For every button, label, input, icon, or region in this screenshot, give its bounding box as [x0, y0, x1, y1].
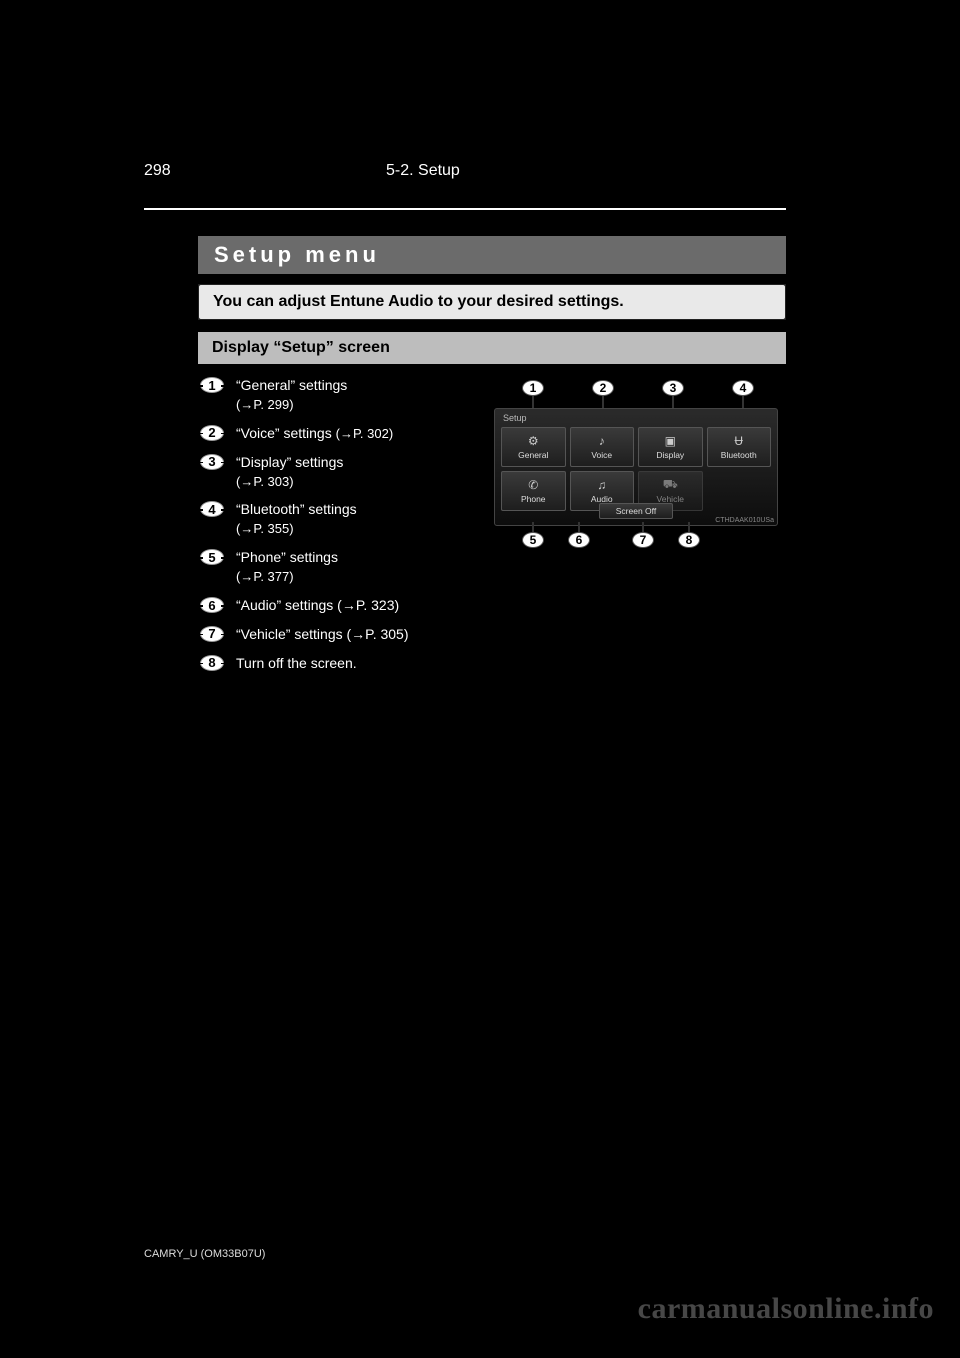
- phone-icon: ✆: [526, 478, 540, 492]
- subsection-heading: Display “Setup” screen: [198, 332, 786, 364]
- intro-box: You can adjust Entune Audio to your desi…: [198, 284, 786, 320]
- item-text: “Voice” settings (→P. 302): [236, 424, 393, 443]
- list-item: 1 “General” settings(→P. 299): [200, 376, 480, 414]
- tile-general[interactable]: ⚙ General: [501, 427, 566, 467]
- callout-number-icon: 7: [632, 532, 654, 548]
- circled-number-icon: 4: [200, 501, 224, 517]
- item-text: “General” settings(→P. 299): [236, 376, 347, 414]
- display-icon: ▣: [663, 434, 677, 448]
- callout-number-icon: 6: [568, 532, 590, 548]
- callout-number-icon: 5: [522, 532, 544, 548]
- audio-icon: ♫: [595, 478, 609, 492]
- callouts-bottom: 5 6 7 8: [486, 532, 786, 554]
- circled-number-icon: 2: [200, 425, 224, 441]
- item-text: “Audio” settings (→P. 323): [236, 596, 399, 615]
- callouts-top: 1 2 3 4: [486, 380, 786, 402]
- screen-title: Setup: [503, 413, 527, 423]
- page-number: 298: [144, 162, 171, 180]
- list-item: 2 “Voice” settings (→P. 302): [200, 424, 480, 443]
- callout-number-icon: 3: [662, 380, 684, 396]
- section-title-bar: Setup menu: [198, 236, 786, 274]
- item-text: “Vehicle” settings (→P. 305): [236, 625, 409, 644]
- tile-label: Display: [656, 450, 684, 460]
- section-title: Setup menu: [214, 242, 380, 268]
- item-text: “Bluetooth” settings(→P. 355): [236, 500, 357, 538]
- circled-number-icon: 1: [200, 377, 224, 393]
- watermark: carmanualsonline.info: [638, 1292, 934, 1326]
- chapter-reference: 5-2. Setup: [386, 162, 460, 180]
- vehicle-icon: ⛟: [663, 478, 677, 492]
- item-list: 1 “General” settings(→P. 299) 2 “Voice” …: [200, 376, 480, 683]
- intro-inner: You can adjust Entune Audio to your desi…: [199, 285, 785, 319]
- subsection-title: Display “Setup” screen: [212, 339, 390, 357]
- list-item: 7 “Vehicle” settings (→P. 305): [200, 625, 480, 644]
- item-text: Turn off the screen.: [236, 654, 357, 673]
- screen-off-button[interactable]: Screen Off: [599, 503, 673, 519]
- footer-document-id: CAMRY_U (OM33B07U): [144, 1248, 265, 1260]
- list-item: 8 Turn off the screen.: [200, 654, 480, 673]
- item-text: “Display” settings(→P. 303): [236, 453, 343, 491]
- circled-number-icon: 8: [200, 655, 224, 671]
- tile-display[interactable]: ▣ Display: [638, 427, 703, 467]
- circled-number-icon: 7: [200, 626, 224, 642]
- tile-label: Voice: [591, 450, 612, 460]
- callout-number-icon: 1: [522, 380, 544, 396]
- voice-icon: ♪: [595, 434, 609, 448]
- list-item: 5 “Phone” settings(→P. 377): [200, 548, 480, 586]
- bluetooth-icon: Ʉ: [732, 434, 746, 448]
- divider: [144, 208, 786, 210]
- tile-label: Bluetooth: [721, 450, 757, 460]
- callout-number-icon: 2: [592, 380, 614, 396]
- figure-id: CTHDAAK010USa: [715, 517, 774, 524]
- list-item: 3 “Display” settings(→P. 303): [200, 453, 480, 491]
- intro-text: You can adjust Entune Audio to your desi…: [213, 293, 624, 311]
- setup-screen-figure: 1 2 3 4 Setup ⚙ General ♪ Voice ▣ Display Ʉ…: [486, 380, 786, 554]
- list-item: 4 “Bluetooth” settings(→P. 355): [200, 500, 480, 538]
- circled-number-icon: 5: [200, 549, 224, 565]
- list-item: 6 “Audio” settings (→P. 323): [200, 596, 480, 615]
- tile-label: General: [518, 450, 548, 460]
- gear-icon: ⚙: [526, 434, 540, 448]
- tiles-grid: ⚙General ♪Voice ▣Display ɄBluetooth ✆Pho…: [501, 427, 771, 511]
- circled-number-icon: 6: [200, 597, 224, 613]
- circled-number-icon: 3: [200, 454, 224, 470]
- setup-screen: Setup ⚙ General ♪ Voice ▣ Display Ʉ Bluetoot…: [494, 408, 778, 526]
- tile-voice[interactable]: ♪ Voice: [570, 427, 635, 467]
- tile-bluetooth[interactable]: Ʉ Bluetooth: [707, 427, 772, 467]
- item-text: “Phone” settings(→P. 377): [236, 548, 338, 586]
- callout-number-icon: 8: [678, 532, 700, 548]
- callout-number-icon: 4: [732, 380, 754, 396]
